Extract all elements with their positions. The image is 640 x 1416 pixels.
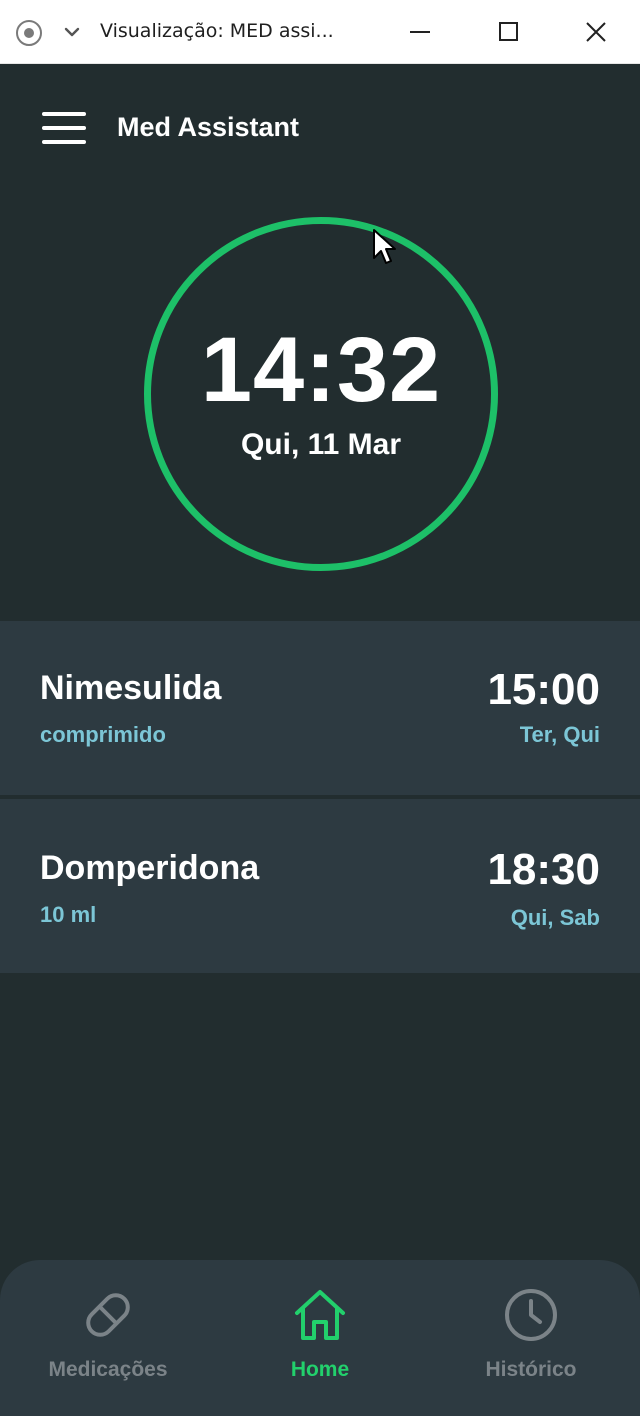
window-title: Visualização: MED assi... [100, 20, 334, 42]
medication-days: Ter, Qui [519, 722, 600, 747]
nav-label: Medicações [48, 1358, 168, 1381]
clock-icon [505, 1289, 557, 1341]
app-title: Med Assistant [117, 112, 300, 142]
chevron-down-icon[interactable] [62, 20, 82, 44]
nav-label: Histórico [485, 1358, 577, 1381]
hamburger-menu-icon[interactable] [42, 112, 86, 144]
medication-days: Qui, Sab [510, 905, 600, 930]
medication-time: 18:30 [487, 845, 600, 894]
nav-label: Home [290, 1358, 350, 1381]
nav-item-home[interactable]: Home [240, 1260, 400, 1400]
window-title-bar: Visualização: MED assi... [0, 0, 640, 64]
medication-dose: comprimido [40, 722, 166, 747]
medication-name: Domperidona [40, 849, 260, 887]
medication-card[interactable]: Domperidona 10 ml 18:30 Qui, Sab [0, 799, 640, 973]
maximize-icon[interactable] [494, 18, 522, 46]
pill-icon [86, 1293, 130, 1337]
clock-time: 14:32 [200, 319, 442, 421]
bottom-navigation: Medicações Home Histórico [0, 1260, 640, 1416]
medication-card[interactable]: Nimesulida comprimido 15:00 Ter, Qui [0, 621, 640, 795]
close-icon[interactable] [582, 18, 610, 46]
nav-item-medicacoes[interactable]: Medicações [28, 1260, 188, 1400]
record-icon[interactable] [16, 20, 42, 46]
medication-dose: 10 ml [40, 902, 97, 927]
medication-time: 15:00 [487, 665, 600, 714]
medication-name: Nimesulida [40, 669, 222, 707]
nav-item-historico[interactable]: Histórico [451, 1260, 611, 1400]
mouse-cursor-icon [373, 229, 396, 264]
home-icon [295, 1290, 345, 1340]
clock-date: Qui, 11 Mar [240, 428, 402, 461]
minimize-icon[interactable] [406, 18, 434, 46]
